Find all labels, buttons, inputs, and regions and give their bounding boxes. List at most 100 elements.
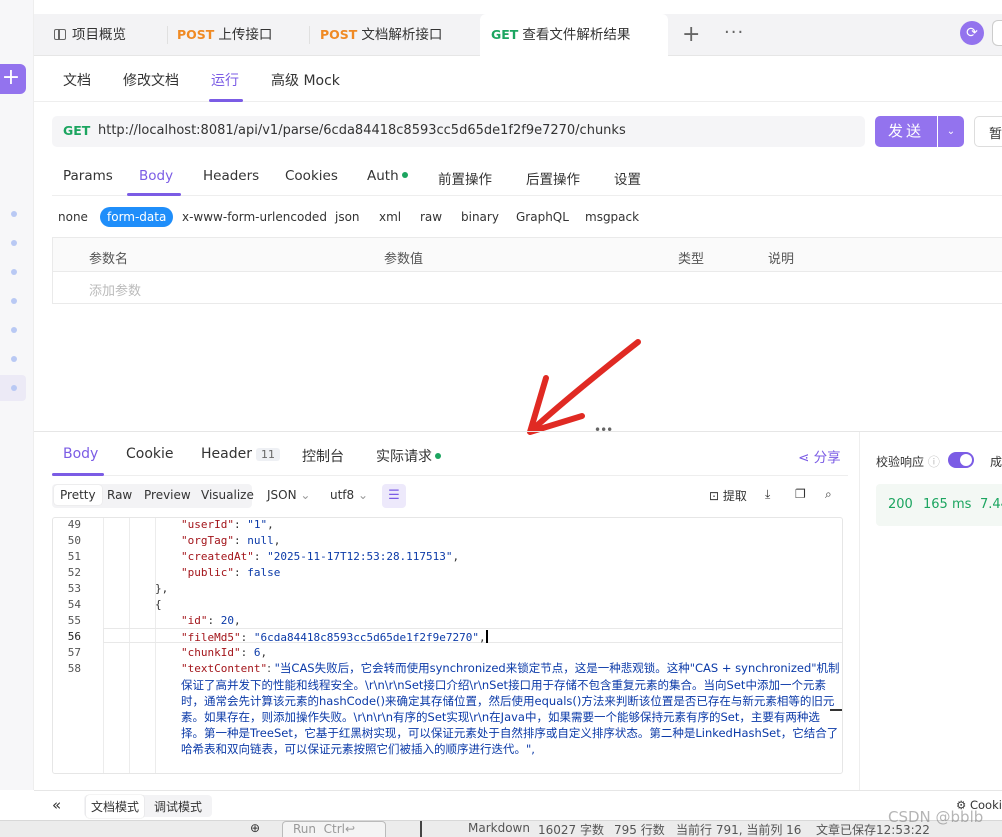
tab-parse-result[interactable]: GET 查看文件解析结果 xyxy=(480,14,668,56)
scrollbar-marker[interactable] xyxy=(830,709,842,711)
view-raw[interactable]: Raw xyxy=(107,488,132,502)
save-button[interactable]: 暂 xyxy=(974,116,1002,147)
code-line: "id": 20, xyxy=(181,614,241,627)
url-bar[interactable]: GET http://localhost:8081/api/v1/parse/6… xyxy=(52,116,865,147)
add-tab-plus-icon[interactable]: + xyxy=(682,22,700,47)
rail-dot-icon[interactable] xyxy=(11,327,17,333)
mode-switch: 文档模式 调试模式 xyxy=(84,795,212,818)
enter-key-icon: ↩ xyxy=(345,822,356,836)
view-mode-group: Pretty Raw Preview Visualize xyxy=(52,484,254,508)
body-type-graphql[interactable]: GraphQL xyxy=(516,210,569,224)
send-options-chevron-down-icon[interactable]: ⌄ xyxy=(938,116,964,147)
body-type-form-data[interactable]: form-data xyxy=(100,207,174,227)
validate-response-toggle[interactable] xyxy=(948,452,974,468)
rail-dot-icon[interactable] xyxy=(11,385,17,391)
rail-dot-icon[interactable] xyxy=(11,298,17,304)
view-pretty[interactable]: Pretty xyxy=(54,485,102,505)
tab-params[interactable]: Params xyxy=(63,168,113,184)
url-input[interactable]: http://localhost:8081/api/v1/parse/6cda8… xyxy=(98,123,626,138)
form-data-table: 参数名 参数值 类型 说明 添加参数 xyxy=(52,237,1002,304)
column-type: 类型 xyxy=(678,252,705,267)
request-param-tabs: Params Body Headers Cookies Auth 前置操作 后置… xyxy=(52,156,1002,196)
status-separator xyxy=(420,821,422,837)
tab-response-header[interactable]: Header 11 xyxy=(201,446,280,462)
run-button[interactable]: Run Ctrl↩ xyxy=(282,821,386,837)
sync-icon[interactable]: ⟳ xyxy=(960,21,984,45)
share-button[interactable]: ⋖ 分享 xyxy=(798,446,841,466)
tab-cookies[interactable]: Cookies xyxy=(285,168,338,184)
toolbar-button-edge[interactable] xyxy=(992,20,1002,46)
view-visualize[interactable]: Visualize xyxy=(201,488,254,502)
response-tabs: Body Cookie Header 11 控制台 实际请求 ⋖ 分享 xyxy=(52,440,848,476)
response-status-box: 200 165 ms 7.44 xyxy=(876,484,1002,526)
response-time: 165 ms xyxy=(923,497,972,512)
tab-project-overview[interactable]: 项目概览 xyxy=(54,14,126,56)
rail-dot-icon[interactable] xyxy=(11,240,17,246)
doc-mode-button[interactable]: 文档模式 xyxy=(86,795,145,818)
code-line: "createdAt": "2025-11-17T12:53:28.117513… xyxy=(181,550,460,563)
indent-guide xyxy=(103,518,104,773)
tab-pre-operations[interactable]: 前置操作 xyxy=(438,168,492,188)
tab-parse[interactable]: POST 文档解析接口 xyxy=(320,14,442,56)
response-code-editor[interactable]: 49 50 51 52 53 54 55 56 57 58 "userId": … xyxy=(52,517,843,774)
subtab-edit-doc[interactable]: 修改文档 xyxy=(123,70,179,90)
share-icon: ⋖ xyxy=(798,450,814,466)
table-row[interactable]: 添加参数 xyxy=(53,272,1002,304)
view-preview[interactable]: Preview xyxy=(144,488,191,502)
body-type-msgpack[interactable]: msgpack xyxy=(585,210,639,224)
download-icon[interactable]: ⤓ xyxy=(765,487,770,502)
body-type-raw[interactable]: raw xyxy=(420,210,442,224)
drag-handle-icon[interactable]: ••• xyxy=(594,423,613,437)
tab-headers[interactable]: Headers xyxy=(203,168,259,184)
column-param-name: 参数名 xyxy=(89,252,129,267)
body-type-xml[interactable]: xml xyxy=(379,210,401,224)
send-button[interactable]: 发送 xyxy=(875,116,937,147)
line-number: 51 xyxy=(67,550,81,563)
body-type-json[interactable]: json xyxy=(335,210,360,224)
tab-post-operations[interactable]: 后置操作 xyxy=(526,168,580,188)
rail-dot-icon[interactable] xyxy=(11,356,17,362)
copy-icon[interactable]: ❐ xyxy=(795,487,806,501)
rail-dot-icon[interactable] xyxy=(11,269,17,275)
panel-splitter[interactable] xyxy=(34,431,1002,432)
body-type-binary[interactable]: binary xyxy=(461,210,499,224)
code-line-text-content: "textContent": "当CAS失败后，它会转而使用synchroniz… xyxy=(181,661,840,756)
word-wrap-icon[interactable]: ☰ xyxy=(382,484,406,508)
tab-console[interactable]: 控制台 xyxy=(302,446,344,466)
bottom-bar: « 文档模式 调试模式 ⚙ Cooki xyxy=(34,790,1002,820)
collapse-sidebar-icon[interactable]: « xyxy=(52,796,61,814)
param-tab-underline xyxy=(127,193,181,196)
extract-button[interactable]: ⊡ 提取 xyxy=(709,487,747,504)
format-select[interactable]: JSON ⌄ xyxy=(267,488,310,502)
debug-mode-button[interactable]: 调试模式 xyxy=(154,798,202,815)
subtab-advanced-mock[interactable]: 高级 Mock xyxy=(271,70,340,90)
search-icon[interactable]: ⌕ xyxy=(825,487,832,502)
tab-settings[interactable]: 设置 xyxy=(614,168,641,188)
tab-response-body[interactable]: Body xyxy=(63,446,98,462)
response-side-panel: 校验响应 ⓘ 成 200 165 ms 7.44 xyxy=(859,432,1002,790)
char-count: 16027 字数 xyxy=(538,823,604,837)
add-param-input[interactable]: 添加参数 xyxy=(89,280,141,299)
body-type-urlencoded[interactable]: x-www-form-urlencoded xyxy=(182,210,327,224)
body-type-none[interactable]: none xyxy=(58,210,88,224)
subtab-doc[interactable]: 文档 xyxy=(63,70,91,90)
line-number: 50 xyxy=(67,534,81,547)
tab-body[interactable]: Body xyxy=(139,168,173,184)
new-item-plus-icon[interactable]: + xyxy=(0,64,26,94)
tab-auth[interactable]: Auth xyxy=(367,168,408,184)
request-method[interactable]: GET xyxy=(63,123,90,138)
request-tab-bar: 项目概览 POST 上传接口 POST 文档解析接口 GET 查看文件解析结果 + ·… xyxy=(34,14,1002,56)
add-circle-icon[interactable]: ⊕ xyxy=(250,821,260,835)
code-line: "fileMd5": "6cda84418c8593cc5d65de1f2f9e… xyxy=(181,630,488,644)
extract-icon: ⊡ xyxy=(709,489,720,503)
subtab-run[interactable]: 运行 xyxy=(211,70,239,90)
more-tabs-icon[interactable]: ··· xyxy=(724,22,744,43)
rail-dot-icon[interactable] xyxy=(11,211,17,217)
tab-response-cookie[interactable]: Cookie xyxy=(126,446,174,462)
status-code: 200 xyxy=(888,497,913,512)
subtab-active-underline xyxy=(209,99,243,102)
cursor-position: 当前行 791, 当前列 16 xyxy=(676,823,802,837)
encoding-select[interactable]: utf8 ⌄ xyxy=(330,488,368,502)
tab-actual-request[interactable]: 实际请求 xyxy=(376,446,441,466)
tab-upload[interactable]: POST 上传接口 xyxy=(177,14,272,56)
